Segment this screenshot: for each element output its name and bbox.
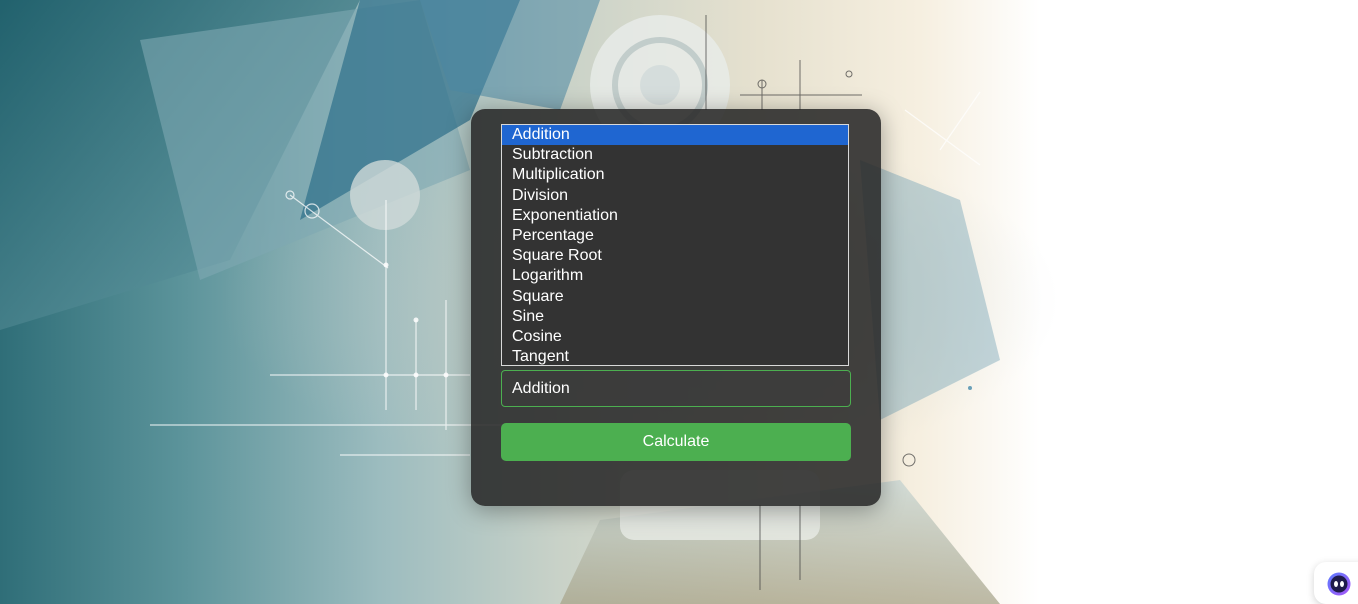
operation-option-subtraction[interactable]: Subtraction <box>502 145 848 165</box>
assistant-launcher-button[interactable] <box>1314 562 1358 604</box>
operation-listbox[interactable]: Addition Subtraction Multiplication Divisio… <box>501 124 849 366</box>
operation-option-square[interactable]: Square <box>502 287 848 307</box>
page: Addition Subtraction Multiplication Divisio… <box>0 0 1358 604</box>
operation-option-addition[interactable]: Addition <box>502 125 848 146</box>
calculate-button[interactable]: Calculate <box>501 423 851 461</box>
calculator-panel: Addition Subtraction Multiplication Divisio… <box>471 109 881 506</box>
operation-select[interactable]: Addition <box>501 370 851 407</box>
operation-option-exponentiation[interactable]: Exponentiation <box>502 206 848 226</box>
operation-option-cosine[interactable]: Cosine <box>502 327 848 347</box>
operation-option-division[interactable]: Division <box>502 186 848 206</box>
operation-option-tangent[interactable]: Tangent <box>502 347 848 365</box>
operation-option-sine[interactable]: Sine <box>502 307 848 327</box>
operation-option-square-root[interactable]: Square Root <box>502 246 848 266</box>
operation-option-percentage[interactable]: Percentage <box>502 226 848 246</box>
operation-option-logarithm[interactable]: Logarithm <box>502 266 848 286</box>
chat-assistant-icon <box>1327 572 1351 596</box>
operation-option-multiplication[interactable]: Multiplication <box>502 165 848 185</box>
